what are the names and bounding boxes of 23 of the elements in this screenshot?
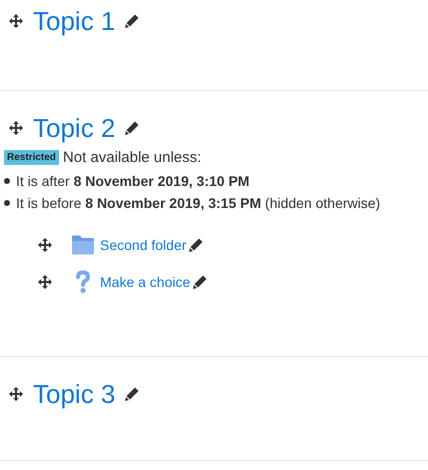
condition-text: It is before 8 November 2019, 3:15 PM (hidden otherwise) bbox=[16, 195, 380, 211]
restricted-badge: Restricted bbox=[4, 150, 59, 165]
move-icon[interactable] bbox=[38, 274, 52, 288]
question-icon bbox=[75, 270, 91, 294]
bullet-icon bbox=[4, 178, 10, 184]
edit-icon[interactable] bbox=[189, 238, 204, 252]
folder-icon bbox=[71, 234, 95, 254]
bullet-icon bbox=[4, 200, 10, 206]
move-icon[interactable] bbox=[9, 14, 23, 28]
edit-icon[interactable] bbox=[125, 121, 140, 135]
restriction-text: Not available unless: bbox=[62, 149, 202, 166]
condition-text: It is after 8 November 2019, 3:10 PM bbox=[16, 173, 250, 189]
edit-icon[interactable] bbox=[125, 387, 140, 401]
section-title[interactable]: Topic 3 bbox=[33, 379, 116, 409]
edit-icon[interactable] bbox=[125, 14, 140, 28]
move-icon[interactable] bbox=[9, 387, 23, 401]
edit-icon[interactable] bbox=[193, 274, 208, 288]
activity-link[interactable]: Make a choice bbox=[100, 274, 190, 290]
section-title[interactable]: Topic 2 bbox=[33, 113, 116, 143]
activity-link[interactable]: Second folder bbox=[100, 236, 186, 252]
section-title[interactable]: Topic 1 bbox=[33, 6, 116, 36]
move-icon[interactable] bbox=[38, 238, 52, 252]
move-icon[interactable] bbox=[9, 121, 23, 135]
